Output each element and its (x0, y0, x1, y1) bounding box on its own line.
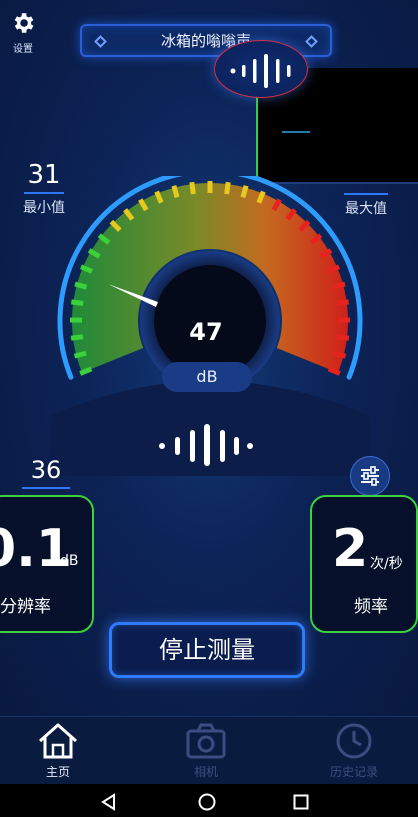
waveform-icon (230, 54, 291, 88)
gauge-tick (70, 334, 84, 341)
nav-item-camera[interactable]: 相机 (166, 721, 246, 780)
resolution-value: 0.1 (0, 519, 73, 579)
gauge-tick (70, 299, 84, 306)
camera-icon (186, 723, 226, 759)
decibel-value: 47 (189, 318, 223, 346)
decibel-unit: dB (162, 362, 252, 392)
settings-label: 设置 (13, 44, 33, 55)
gauge-tick (336, 299, 350, 306)
decibel-reading: 47 (156, 318, 256, 346)
gear-icon (14, 13, 34, 33)
frequency-value: 2 (332, 519, 369, 579)
extra-underline (22, 487, 70, 489)
nav-item-home[interactable]: 主页 (18, 721, 98, 780)
gauge-tick (74, 281, 88, 290)
resolution-label: 分辨率 (0, 597, 51, 617)
diamond-left-icon (94, 35, 107, 48)
system-nav-bar (0, 784, 418, 817)
gauge-tick (224, 181, 231, 195)
waveform-indicator-icon (159, 424, 253, 466)
gauge-tick (171, 185, 180, 198)
recents-icon[interactable] (292, 793, 310, 811)
gauge-tick (332, 281, 346, 290)
gauge-tick (189, 181, 196, 195)
frequency-label: 频率 (354, 597, 388, 617)
nav-label-history: 历史记录 (329, 765, 378, 779)
resolution-unit: dB (60, 553, 79, 569)
frequency-card[interactable]: 2 次/秒 频率 (310, 495, 418, 633)
gauge-tick (73, 350, 87, 359)
settings-button[interactable]: 设置 (6, 10, 40, 55)
clock-icon (336, 723, 372, 759)
extra-value-stat: 36 (22, 456, 70, 489)
gauge-tick (336, 334, 350, 341)
extra-value: 36 (30, 456, 62, 484)
bottom-nav: 主页 相机 历史记录 (0, 716, 418, 784)
resolution-card[interactable]: 0.1 dB 分辨率 (0, 495, 94, 633)
waveform-toggle-button[interactable] (214, 40, 308, 98)
frequency-unit: 次/秒 (370, 556, 403, 572)
home-icon (39, 723, 77, 759)
nav-label-home: 主页 (45, 765, 70, 779)
nav-item-history[interactable]: 历史记录 (314, 721, 394, 780)
adjust-settings-button[interactable] (350, 456, 390, 496)
nav-label-camera: 相机 (193, 765, 218, 779)
sliders-icon (361, 466, 379, 486)
gauge-tick (333, 350, 347, 359)
gauge-tick (240, 185, 249, 198)
home-circle-icon[interactable] (198, 793, 216, 811)
back-icon[interactable] (100, 793, 118, 811)
stop-measure-button[interactable]: 停止测量 (109, 622, 305, 678)
